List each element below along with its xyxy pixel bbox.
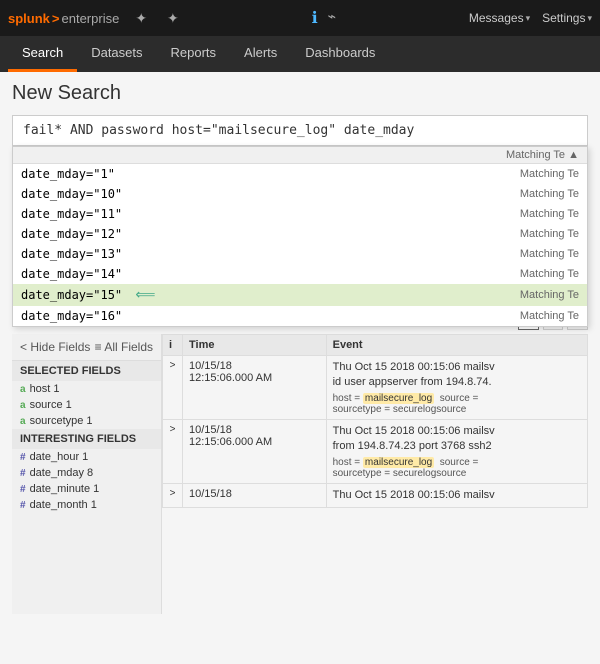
top-nav: splunk>enterprise ✦ ✦ ℹ ⌁ Messages ▾ Set…	[0, 0, 600, 36]
nav-dashboards[interactable]: Dashboards	[291, 36, 389, 72]
messages-caret: ▾	[526, 13, 531, 24]
field-type-date-hour: #	[20, 452, 26, 463]
field-host[interactable]: a host 1	[12, 381, 161, 397]
field-name-host: host 1	[30, 383, 60, 395]
autocomplete-item-8[interactable]: date_mday="16" Matching Te	[13, 306, 587, 326]
field-source[interactable]: a source 1	[12, 397, 161, 413]
field-sourcetype[interactable]: a sourcetype 1	[12, 413, 161, 429]
interesting-fields-title: INTERESTING FIELDS	[12, 429, 161, 449]
events-table: i Time Event > 10/15/1812:15:06.000 AM T…	[162, 334, 588, 508]
event-meta-1: host = mailsecure_log source = sourcetyp…	[333, 393, 581, 415]
autocomplete-item-6[interactable]: date_mday="14" Matching Te	[13, 264, 587, 284]
field-name-date-hour: date_hour 1	[30, 451, 89, 463]
nav-icon-2[interactable]: ✦	[167, 10, 179, 27]
autocomplete-header: Matching Te ▲	[13, 147, 587, 164]
field-date-month[interactable]: # date_month 1	[12, 497, 161, 513]
top-nav-right: Messages ▾ Settings ▾	[469, 11, 592, 25]
time-cell-3: 10/15/18	[183, 483, 327, 507]
matching-label: Matching Te ▲	[506, 149, 579, 161]
activity-icon[interactable]: ⌁	[328, 8, 336, 28]
field-name-sourcetype: sourcetype 1	[30, 415, 93, 427]
expand-btn-3[interactable]: >	[163, 483, 183, 507]
field-name-date-month: date_month 1	[30, 499, 97, 511]
col-event: Event	[326, 335, 587, 356]
autocomplete-item-4[interactable]: date_mday="12" Matching Te	[13, 224, 587, 244]
col-i: i	[163, 335, 183, 356]
col-time: Time	[183, 335, 327, 356]
info-icon[interactable]: ℹ	[312, 8, 318, 28]
autocomplete-item-2[interactable]: date_mday="10" Matching Te	[13, 184, 587, 204]
fields-sidebar-header: < Hide Fields ≡ All Fields	[12, 334, 161, 361]
time-cell-2: 10/15/1812:15:06.000 AM	[183, 419, 327, 483]
logo-gt: >	[52, 11, 60, 26]
event-text-1: Thu Oct 15 2018 00:15:06 mailsvid user a…	[333, 360, 581, 391]
events-area: i Time Event > 10/15/1812:15:06.000 AM T…	[162, 334, 588, 614]
nav-alerts[interactable]: Alerts	[230, 36, 291, 72]
logo-splunk: splunk	[8, 11, 50, 26]
event-text-2: Thu Oct 15 2018 00:15:06 mailsvfrom 194.…	[333, 424, 581, 455]
table-row: > 10/15/1812:15:06.000 AM Thu Oct 15 201…	[163, 356, 588, 420]
autocomplete-item-7[interactable]: date_mday="15" ⟸ Matching Te	[13, 284, 587, 306]
expand-btn-2[interactable]: >	[163, 419, 183, 483]
table-row: > 10/15/1812:15:06.000 AM Thu Oct 15 201…	[163, 419, 588, 483]
field-type-sourcetype: a	[20, 416, 26, 427]
event-meta-2: host = mailsecure_log source = sourcetyp…	[333, 457, 581, 479]
event-cell-1: Thu Oct 15 2018 00:15:06 mailsvid user a…	[326, 356, 587, 420]
field-date-minute[interactable]: # date_minute 1	[12, 481, 161, 497]
nav-search[interactable]: Search	[8, 36, 77, 72]
page-title: New Search	[12, 82, 588, 105]
fields-sidebar: < Hide Fields ≡ All Fields SELECTED FIEL…	[12, 334, 162, 614]
host-tag-2: mailsecure_log	[363, 457, 434, 468]
page-content: New Search Matching Te ▲ date_mday="1" M…	[0, 72, 600, 614]
field-date-mday[interactable]: # date_mday 8	[12, 465, 161, 481]
field-type-date-mday: #	[20, 468, 26, 479]
logo-enterprise: enterprise	[62, 11, 120, 26]
sec-nav: Search Datasets Reports Alerts Dashboard…	[0, 36, 600, 72]
event-cell-3: Thu Oct 15 2018 00:15:06 mailsv	[326, 483, 587, 507]
splunk-logo: splunk>enterprise	[8, 11, 119, 26]
field-name-source: source 1	[30, 399, 72, 411]
top-nav-center: ℹ ⌁	[195, 8, 457, 28]
nav-datasets[interactable]: Datasets	[77, 36, 156, 72]
messages-menu[interactable]: Messages ▾	[469, 11, 530, 25]
autocomplete-dropdown: Matching Te ▲ date_mday="1" Matching Te …	[12, 146, 588, 327]
settings-menu[interactable]: Settings ▾	[542, 11, 592, 25]
event-cell-2: Thu Oct 15 2018 00:15:06 mailsvfrom 194.…	[326, 419, 587, 483]
field-name-date-minute: date_minute 1	[30, 483, 100, 495]
settings-caret: ▾	[587, 13, 592, 24]
field-type-host: a	[20, 384, 26, 395]
search-bar-wrap: Matching Te ▲ date_mday="1" Matching Te …	[12, 115, 588, 146]
field-date-hour[interactable]: # date_hour 1	[12, 449, 161, 465]
table-row: > 10/15/18 Thu Oct 15 2018 00:15:06 mail…	[163, 483, 588, 507]
main-content: < Hide Fields ≡ All Fields SELECTED FIEL…	[12, 334, 588, 614]
host-tag-1: mailsecure_log	[363, 393, 434, 404]
nav-icon-1[interactable]: ✦	[135, 10, 147, 27]
expand-btn-1[interactable]: >	[163, 356, 183, 420]
hide-fields-btn[interactable]: < Hide Fields	[20, 340, 90, 354]
autocomplete-item-3[interactable]: date_mday="11" Matching Te	[13, 204, 587, 224]
autocomplete-item-1[interactable]: date_mday="1" Matching Te	[13, 164, 587, 184]
search-input[interactable]	[12, 115, 588, 146]
field-type-date-month: #	[20, 500, 26, 511]
nav-reports[interactable]: Reports	[157, 36, 231, 72]
autocomplete-item-5[interactable]: date_mday="13" Matching Te	[13, 244, 587, 264]
time-cell-1: 10/15/1812:15:06.000 AM	[183, 356, 327, 420]
field-type-source: a	[20, 400, 26, 411]
selected-fields-title: SELECTED FIELDS	[12, 361, 161, 381]
field-type-date-minute: #	[20, 484, 26, 495]
arrow-icon: ⟸	[135, 287, 155, 303]
field-name-date-mday: date_mday 8	[30, 467, 94, 479]
all-fields-btn[interactable]: ≡ All Fields	[95, 340, 153, 354]
event-text-3: Thu Oct 15 2018 00:15:06 mailsv	[333, 488, 581, 503]
